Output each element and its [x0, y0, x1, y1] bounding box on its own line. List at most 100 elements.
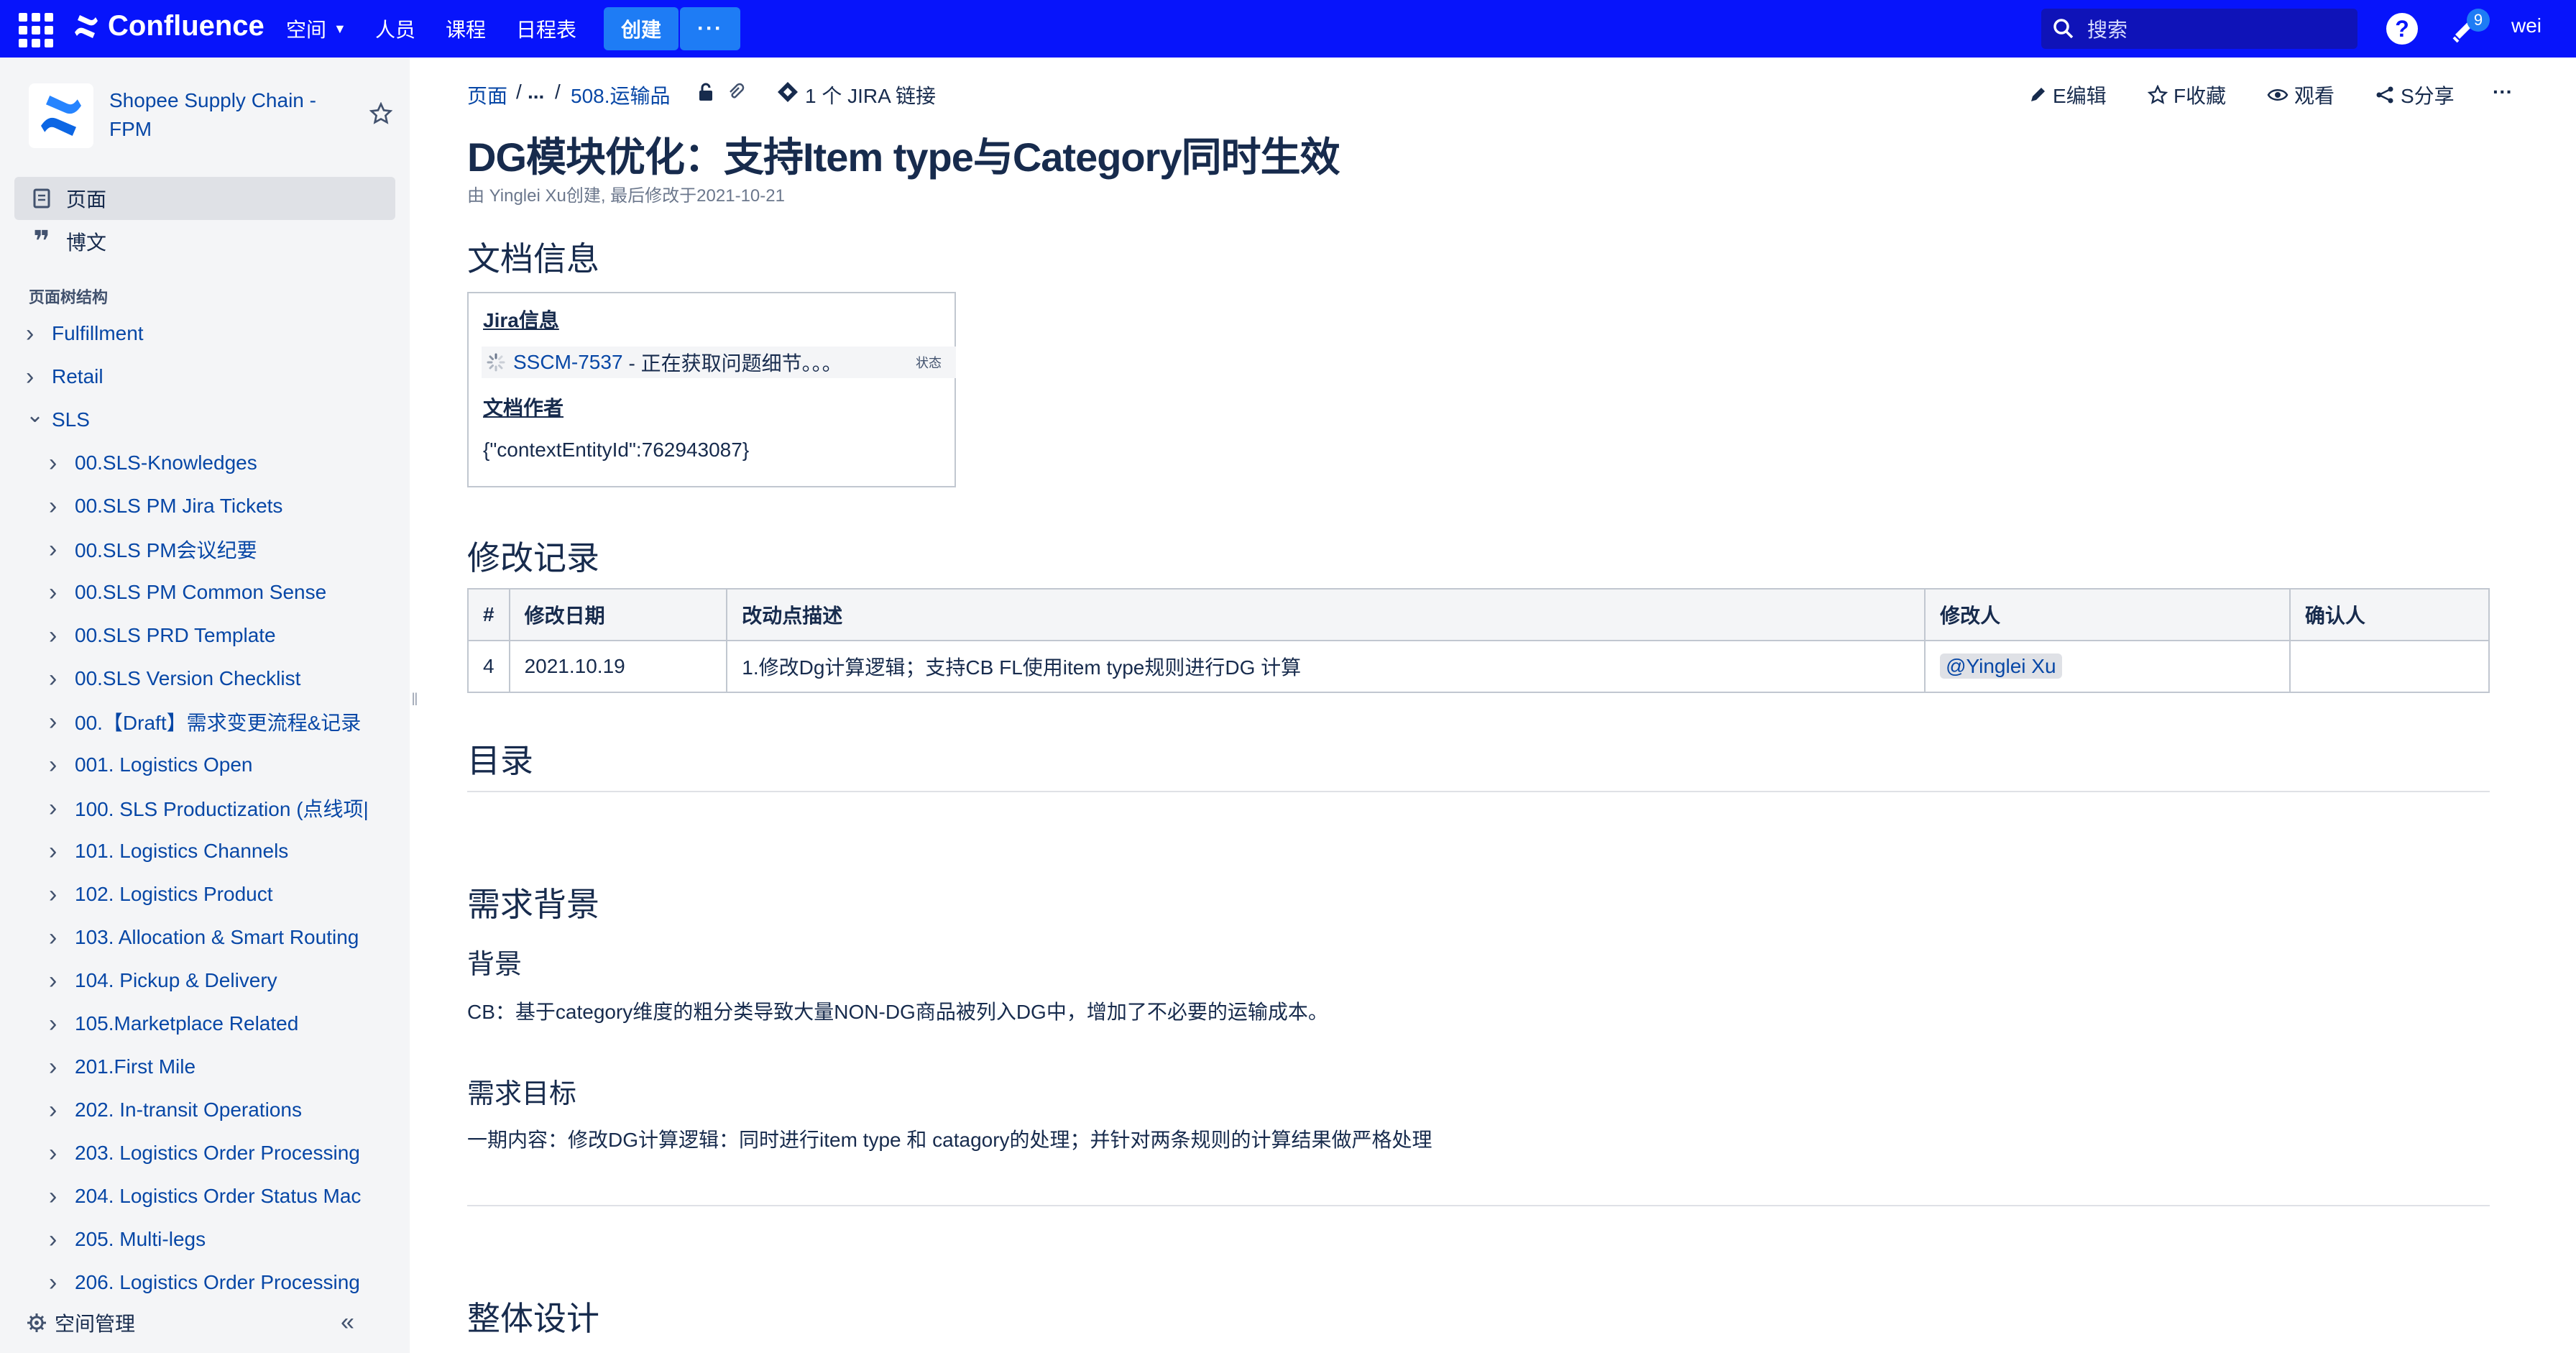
page-tree-item[interactable]: › 204. Logistics Order Status Mac — [49, 1182, 361, 1211]
page-tree-item[interactable]: › 206. Logistics Order Processing — [49, 1268, 360, 1297]
page-tree-item[interactable]: › 202. In-transit Operations — [49, 1096, 302, 1124]
jira-issue-key[interactable]: SSCM-7537 — [513, 351, 623, 374]
change-log-table-wrapper: # 修改日期 改动点描述 修改人 确认人 4 2021.10.19 1.修改Dg… — [467, 588, 2490, 696]
chevron-right-icon[interactable]: › — [49, 967, 65, 995]
page-tree-item-label: 101. Logistics Channels — [75, 840, 289, 862]
search-input[interactable]: 搜索 — [2041, 9, 2358, 49]
nav-spaces[interactable]: 空间 ▼ — [286, 0, 346, 58]
chevron-right-icon[interactable]: › — [49, 1226, 65, 1254]
chevron-right-icon[interactable]: › — [49, 1010, 65, 1038]
table-header-row: # 修改日期 改动点描述 修改人 确认人 — [467, 588, 2490, 641]
page-tree-item-label: 203. Logistics Order Processing — [75, 1142, 360, 1164]
page-tree-item[interactable]: › 00.SLS-Knowledges — [49, 449, 257, 477]
chevron-down-icon[interactable]: ⌄ — [26, 403, 44, 428]
nav-calendar[interactable]: 日程表 — [516, 0, 576, 58]
chevron-right-icon[interactable]: › — [49, 579, 65, 607]
page-tree-item[interactable]: › 001. Logistics Open — [49, 751, 253, 779]
breadcrumb-parent[interactable]: 508.运输品 — [571, 81, 671, 109]
user-mention[interactable]: @Yinglei Xu — [1940, 653, 2062, 679]
heading-toc: 目录 — [467, 742, 533, 779]
page-tree-item[interactable]: › 00.SLS PRD Template — [49, 621, 276, 650]
chevron-right-icon[interactable]: › — [49, 924, 65, 952]
jira-issue-macro[interactable]: SSCM-7537 - 正在获取问题细节。。。 状态 — [482, 347, 956, 378]
table-cell: 2021.10.19 — [508, 640, 728, 693]
page-tree-item[interactable]: › 00.SLS PM会议纪要 — [49, 535, 257, 564]
page-content: 页面 / ... / 508.运输品 1 个 JIRA 链接 E编辑 F收藏 观… — [467, 58, 2513, 1353]
confluence-logo[interactable]: Confluence — [72, 10, 264, 42]
chevron-right-icon[interactable]: › — [26, 363, 42, 391]
page-tree-item[interactable]: › Retail — [26, 362, 104, 391]
heading-background: 需求背景 — [467, 886, 599, 923]
sidebar-item-label: 页面 — [66, 188, 107, 211]
page-tree-item[interactable]: ⌄ SLS — [26, 403, 90, 434]
chevron-right-icon[interactable]: › — [49, 1096, 65, 1124]
attachment-icon[interactable] — [726, 82, 746, 102]
share-button[interactable]: S分享 — [2375, 81, 2455, 109]
subheading-background: 背景 — [467, 950, 523, 980]
save-for-later-button[interactable]: F收藏 — [2148, 81, 2226, 109]
page-tree-item[interactable]: › 103. Allocation & Smart Routing — [49, 923, 359, 952]
page-tree-item-label: 00.【Draft】需求变更流程&记录 — [75, 712, 362, 734]
chevron-right-icon[interactable]: › — [49, 708, 65, 736]
app-switcher-icon[interactable] — [19, 13, 53, 47]
space-name-link[interactable]: Shopee Supply Chain - FPM — [109, 86, 339, 144]
space-logo[interactable] — [29, 83, 93, 148]
page-tree-item[interactable]: › 00.SLS PM Jira Tickets — [49, 492, 282, 520]
chevron-right-icon[interactable]: › — [26, 320, 42, 348]
page-tree-item[interactable]: › 00.【Draft】需求变更流程&记录 — [49, 707, 361, 736]
collapse-sidebar-icon[interactable]: « — [341, 1308, 354, 1336]
chevron-right-icon[interactable]: › — [49, 881, 65, 909]
page-tree-item-label: 105.Marketplace Related — [75, 1012, 299, 1035]
chevron-right-icon[interactable]: › — [49, 1053, 65, 1081]
help-icon[interactable]: ? — [2386, 13, 2418, 45]
search-icon — [2053, 19, 2074, 39]
chevron-right-icon[interactable]: › — [49, 622, 65, 650]
share-icon — [2376, 86, 2393, 104]
chevron-right-icon[interactable]: › — [49, 838, 65, 866]
product-name: Confluence — [108, 10, 264, 42]
space-settings-button[interactable]: 空间管理 — [26, 1308, 135, 1337]
page-tree-item[interactable]: › 201.First Mile — [49, 1052, 196, 1081]
top-navigation-bar: Confluence 空间 ▼ 人员 课程 日程表 创建 ··· 搜索 ? 9 … — [0, 0, 2576, 58]
sidebar-item-pages[interactable]: 页面 — [14, 177, 395, 220]
chevron-right-icon[interactable]: › — [49, 751, 65, 779]
page-title: DG模块优化：支持Item type与Category同时生效 — [467, 134, 1340, 180]
breadcrumb-root[interactable]: 页面 — [467, 81, 507, 109]
chevron-right-icon[interactable]: › — [49, 794, 65, 822]
page-tree-heading: 页面树结构 — [29, 288, 109, 306]
chevron-right-icon[interactable]: › — [49, 1183, 65, 1211]
page-tree-item[interactable]: › 104. Pickup & Delivery — [49, 966, 277, 995]
chevron-right-icon[interactable]: › — [49, 1269, 65, 1297]
nav-courses[interactable]: 课程 — [446, 0, 486, 58]
breadcrumb-ellipsis[interactable]: ... — [528, 81, 544, 104]
page-tree-item[interactable]: › 100. SLS Productization (点线项| — [49, 794, 369, 822]
favorite-space-star-icon[interactable] — [369, 102, 392, 125]
create-button[interactable]: 创建 — [604, 7, 678, 50]
chevron-right-icon[interactable]: › — [49, 492, 65, 520]
unlock-icon[interactable] — [696, 82, 716, 102]
heading-design: 整体设计 — [467, 1300, 599, 1337]
more-actions-button[interactable]: ··· — [2493, 81, 2513, 104]
page-tree-item[interactable]: › 00.SLS Version Checklist — [49, 664, 300, 693]
page-tree-item[interactable]: › Fulfillment — [26, 319, 144, 348]
chevron-right-icon[interactable]: › — [49, 1139, 65, 1168]
sidebar-resize-handle[interactable]: ‖ — [411, 690, 418, 710]
jira-links[interactable]: 1 个 JIRA 链接 — [805, 81, 936, 109]
pencil-icon — [2031, 88, 2045, 101]
nav-people[interactable]: 人员 — [375, 0, 415, 58]
page-tree-item[interactable]: › 205. Multi-legs — [49, 1225, 206, 1254]
create-more-button[interactable]: ··· — [680, 7, 740, 50]
sidebar-item-blog[interactable]: ❞ 博文 — [14, 220, 395, 263]
chevron-right-icon[interactable]: › — [49, 449, 65, 477]
page-tree-item[interactable]: › 203. Logistics Order Processing — [49, 1139, 360, 1168]
edit-button[interactable]: E编辑 — [2028, 81, 2107, 109]
chevron-right-icon[interactable]: › — [49, 536, 65, 564]
chevron-right-icon[interactable]: › — [49, 665, 65, 693]
watch-button[interactable]: 观看 — [2267, 81, 2334, 109]
page-tree-item[interactable]: › 102. Logistics Product — [49, 880, 273, 909]
page-tree-item-label: 201.First Mile — [75, 1055, 196, 1078]
page-tree-item[interactable]: › 105.Marketplace Related — [49, 1009, 298, 1038]
user-menu[interactable]: wei — [2511, 14, 2542, 37]
page-tree-item[interactable]: › 00.SLS PM Common Sense — [49, 578, 326, 607]
page-tree-item[interactable]: › 101. Logistics Channels — [49, 837, 288, 866]
